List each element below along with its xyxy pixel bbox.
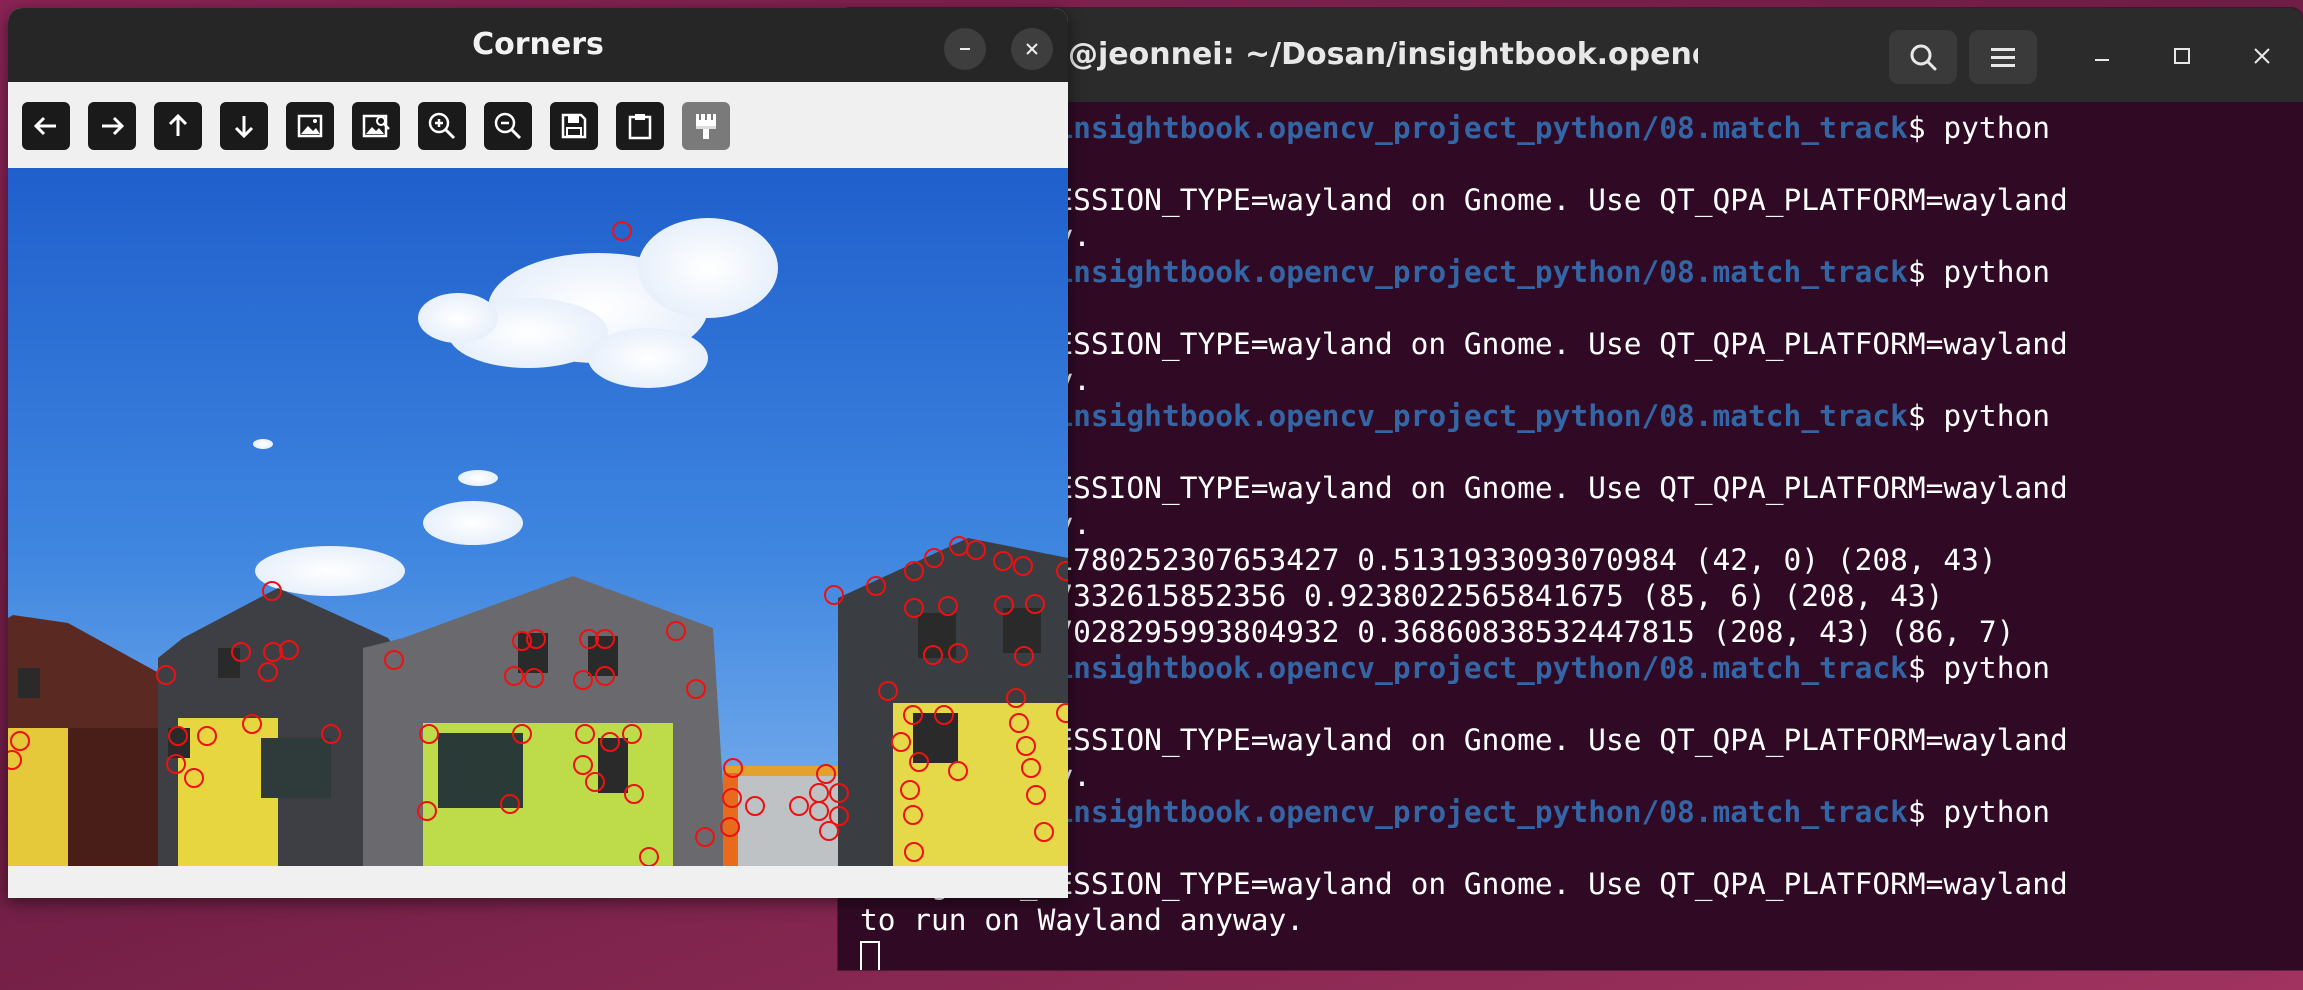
pan-down-button[interactable] (220, 102, 268, 150)
image-icon (297, 114, 323, 138)
image-search-icon (362, 114, 390, 138)
terminal-line: yland anyway. (860, 506, 2303, 542)
corners-minimize-button[interactable] (944, 28, 986, 70)
terminal-line: NORMED 0.827332615852356 0.9238022565841… (860, 578, 2303, 614)
zoom-original-button[interactable] (352, 102, 400, 150)
terminal-line: oring XDG_SESSION_TYPE=wayland on Gnome.… (860, 722, 2303, 758)
terminal-title: @jeonnei: ~/Dosan/insightbook.opencv_pro… (1068, 37, 1698, 72)
terminal-line: is.py (860, 686, 2303, 722)
terminal-text: $ python (1907, 399, 2050, 433)
save-icon (561, 113, 587, 139)
terminal-line: oring XDG_SESSION_TYPE=wayland on Gnome.… (860, 182, 2303, 218)
terminal-cursor (860, 940, 880, 970)
terminal-line: yland anyway. (860, 758, 2303, 794)
image-toolbar (8, 82, 1068, 168)
clipboard-icon (628, 114, 652, 140)
close-icon (2254, 48, 2270, 64)
terminal-cursor-line (860, 938, 2303, 970)
zoom-in-button[interactable] (418, 102, 466, 150)
corners-window[interactable]: Corners (8, 8, 1068, 898)
zoom-in-icon (428, 112, 456, 140)
terminal-line: _NORMED 0.17028295993804932 0.3686083853… (860, 614, 2303, 650)
pan-left-button[interactable] (22, 102, 70, 150)
arrow-down-icon (234, 116, 254, 139)
terminal-line: ei:~/Dosan/insightbook.opencv_project_py… (860, 110, 2303, 146)
terminal-line: tching.py (860, 290, 2303, 326)
zoom-out-icon (494, 112, 522, 140)
minimize-icon (960, 48, 970, 50)
terminal-menu-button[interactable] (1969, 30, 2037, 84)
hamburger-icon (1991, 48, 2015, 67)
terminal-line: ei:~/Dosan/insightbook.opencv_project_py… (860, 398, 2303, 434)
building-photo (8, 168, 1068, 866)
search-icon (1910, 44, 1937, 71)
pan-up-button[interactable] (154, 102, 202, 150)
terminal-search-button[interactable] (1889, 30, 1957, 84)
terminal-text: to run on Wayland anyway. (860, 903, 1305, 937)
arrow-right-icon (102, 116, 125, 136)
terminal-text: $ python (1907, 255, 2050, 289)
terminal-minimize-button[interactable] (2080, 34, 2124, 78)
corners-close-button[interactable] (1011, 28, 1053, 70)
terminal-text: $ python (1907, 111, 2050, 145)
terminal-line: oring XDG_SESSION_TYPE=wayland on Gnome.… (860, 866, 2303, 902)
zoom-fit-button[interactable] (286, 102, 334, 150)
terminal-line: ei:~/Dosan/insightbook.opencv_project_py… (860, 794, 2303, 830)
terminal-line: to run on Wayland anyway. (860, 902, 2303, 938)
status-bar (8, 866, 1068, 898)
terminal-line: tching.py (860, 146, 2303, 182)
terminal-line: yland anyway. (860, 218, 2303, 254)
terminal-line: Feature.py (860, 830, 2303, 866)
terminal-line: oring XDG_SESSION_TYPE=wayland on Gnome.… (860, 326, 2303, 362)
close-icon (1026, 43, 1038, 55)
terminal-line: tching.py (860, 434, 2303, 470)
terminal-line: oring XDG_SESSION_TYPE=wayland on Gnome.… (860, 470, 2303, 506)
pan-right-button[interactable] (88, 102, 136, 150)
corners-title: Corners (472, 27, 604, 62)
zoom-out-button[interactable] (484, 102, 532, 150)
paint-brush-icon (696, 114, 716, 139)
terminal-text: $ python (1907, 651, 2050, 685)
terminal-maximize-button[interactable] (2160, 34, 2204, 78)
terminal-close-button[interactable] (2240, 34, 2284, 78)
terminal-line: ei:~/Dosan/insightbook.opencv_project_py… (860, 650, 2303, 686)
terminal-text: $ python (1907, 795, 2050, 829)
corners-titlebar[interactable]: Corners (8, 8, 1068, 82)
copy-clipboard-button[interactable] (616, 102, 664, 150)
arrow-left-icon (33, 116, 56, 136)
arrow-up-icon (168, 113, 188, 136)
properties-button[interactable] (682, 102, 730, 150)
maximize-icon (2174, 48, 2190, 64)
minimize-icon (2095, 59, 2109, 61)
terminal-line: ei:~/Dosan/insightbook.opencv_project_py… (860, 254, 2303, 290)
terminal-line: _NORMED -0.1780252307653427 0.5131933093… (860, 542, 2303, 578)
terminal-line: yland anyway. (860, 362, 2303, 398)
save-button[interactable] (550, 102, 598, 150)
corners-image-view[interactable] (8, 168, 1068, 866)
